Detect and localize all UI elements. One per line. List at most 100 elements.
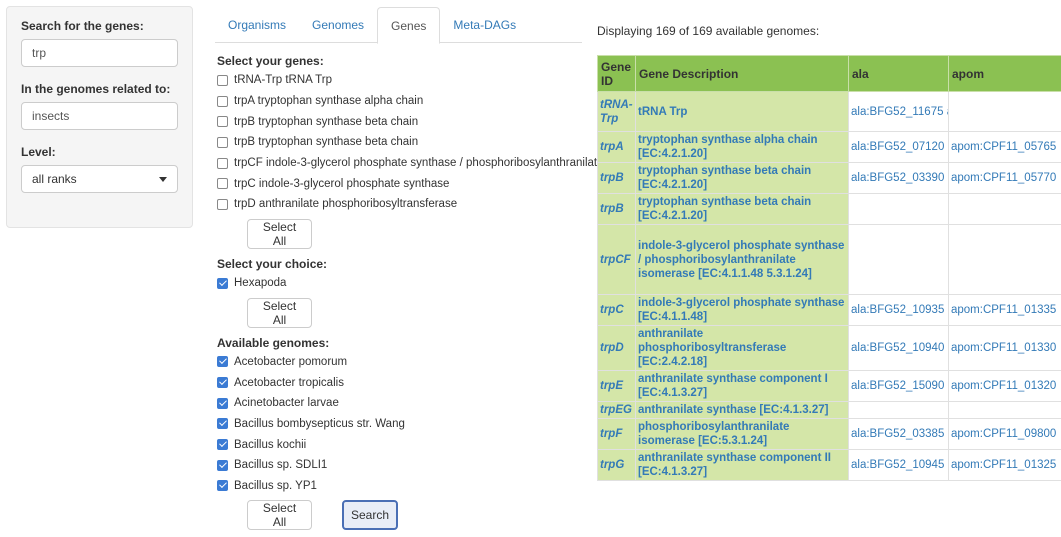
gene-description-cell[interactable]: phosphoribosylanthranilate isomerase [EC… [635,418,849,450]
ala-cell[interactable] [848,193,949,225]
results-count-text: Displaying 169 of 169 available genomes: [597,24,820,38]
column-header: Gene ID [597,55,636,92]
gene-description-cell[interactable]: indole-3-glycerol phosphate synthase [EC… [635,294,849,326]
gene-id-cell[interactable]: trpB [597,193,636,225]
apom-cell[interactable]: apom:CPF11_01335 [948,294,1061,326]
ala-cell[interactable]: ala:BFG52_03385 [848,418,949,450]
checkbox-checked-icon[interactable] [217,397,228,409]
tab-genes[interactable]: Genes [377,7,441,44]
apom-cell[interactable]: apom:CPF11_05770 [948,162,1061,194]
gene-description-cell[interactable]: anthranilate synthase component II [EC:4… [635,449,849,481]
ala-cell[interactable]: ala:BFG52_10945 [848,449,949,481]
select-all-choice-button[interactable]: Select All [247,297,312,328]
gene-id-cell[interactable]: trpC [597,294,636,326]
apom-cell[interactable] [948,401,1061,419]
ala-cell[interactable]: ala:BFG52_10940 [848,325,949,371]
gene-id-cell[interactable]: trpEG [597,401,636,419]
checkbox-checked-icon[interactable] [217,418,228,430]
checkbox-item[interactable]: Hexapoda [217,273,589,294]
checkbox-item[interactable]: Bacillus sp. SDLI1 [217,455,589,476]
gene-id-cell[interactable]: trpA [597,131,636,163]
search-button[interactable]: Search [342,500,398,531]
checkbox-item[interactable]: trpB tryptophan synthase beta chain [217,132,589,153]
select-all-genomes-button[interactable]: Select All [247,500,312,531]
checkbox-item[interactable]: trpA tryptophan synthase alpha chain [217,91,589,112]
ala-cell[interactable]: ala:BFG52_03390 ala:BFG52_07115 [848,162,949,194]
checkbox-icon[interactable] [217,95,228,107]
ala-cell[interactable]: ala:BFG52_10935 [848,294,949,326]
checkbox-checked-icon[interactable] [217,377,228,389]
results-table-container[interactable]: Gene ID Gene Description ala apom tRNA-Trp t… [597,55,1061,537]
checkbox-item[interactable]: Acinetobacter larvae [217,393,589,414]
table-row: trpCF indole-3-glycerol phosphate synthas… [597,224,1061,295]
gene-id-cell[interactable]: trpB [597,162,636,194]
checkbox-icon[interactable] [217,136,228,148]
checkbox-label: trpA tryptophan synthase alpha chain [234,95,424,108]
checkbox-item[interactable]: Bacillus kochii [217,434,589,455]
genes-checkbox-list: tRNA-Trp tRNA Trp trpA tryptophan synthas… [217,70,604,215]
gene-description-cell[interactable]: tryptophan synthase alpha chain [EC:4.2.… [635,131,849,163]
gene-id-cell[interactable]: tRNA-Trp [597,91,636,132]
checkbox-item[interactable]: Bacillus bombysepticus str. Wang [217,414,589,435]
checkbox-checked-icon[interactable] [217,277,228,289]
checkbox-label: trpD anthranilate phosphoribosyltransfer… [234,198,458,211]
gene-id-cell[interactable]: trpG [597,449,636,481]
level-select[interactable]: all ranks [21,165,178,193]
checkbox-item[interactable]: trpC indole-3-glycerol phosphate synthas… [217,173,589,194]
column-header: Gene Description [635,55,849,92]
checkbox-icon[interactable] [217,178,228,190]
tab-genomes[interactable]: Genomes [299,7,377,43]
tab-organisms[interactable]: Organisms [215,7,299,43]
checkbox-item[interactable]: trpCF indole-3-glycerol phosphate syntha… [217,153,604,174]
gene-description-cell[interactable]: tryptophan synthase beta chain [EC:4.2.1… [635,162,849,194]
checkbox-item[interactable]: trpD anthranilate phosphoribosyltransfer… [217,194,589,215]
apom-cell[interactable] [948,91,1061,132]
apom-cell[interactable]: apom:CPF11_01325 [948,449,1061,481]
gene-description-cell[interactable]: tryptophan synthase beta chain [EC:4.2.1… [635,193,849,225]
ala-cell[interactable] [848,401,949,419]
tab-meta-dags[interactable]: Meta-DAGs [440,7,529,43]
apom-cell[interactable]: apom:CPF11_01330 [948,325,1061,371]
apom-cell[interactable]: apom:CPF11_01320 [948,370,1061,402]
gene-description-cell[interactable]: anthranilate synthase [EC:4.1.3.27] [635,401,849,419]
gene-id-cell[interactable]: trpF [597,418,636,450]
gene-description-cell[interactable]: indole-3-glycerol phosphate synthase / p… [635,224,849,295]
checkbox-label: trpC indole-3-glycerol phosphate synthas… [234,177,450,190]
checkbox-checked-icon[interactable] [217,459,228,471]
select-genes-label: Select your genes: [217,54,324,68]
select-all-genes-button[interactable]: Select All [247,218,312,249]
checkbox-item[interactable]: Bacillus sp. YP1 [217,476,589,497]
table-row: trpB tryptophan synthase beta chain [EC:4… [597,162,1061,194]
checkbox-checked-icon[interactable] [217,356,228,368]
checkbox-checked-icon[interactable] [217,480,228,492]
checkbox-icon[interactable] [217,74,228,86]
ala-cell[interactable]: ala:BFG52_07120 ala:BFG52_13290 [848,131,949,163]
checkbox-item[interactable]: Acetobacter tropicalis [217,372,589,393]
search-genes-input[interactable]: trp [21,39,178,67]
gene-id-cell[interactable]: trpCF [597,224,636,295]
genomes-checkbox-list: Acetobacter pomorum Acetobacter tropicali… [217,352,589,497]
ala-cell[interactable] [848,224,949,295]
apom-cell[interactable]: apom:CPF11_09800 [948,418,1061,450]
related-genomes-input[interactable]: insects [21,102,178,130]
gene-id-cell[interactable]: trpD [597,325,636,371]
selection-column: Select your genes: tRNA-Trp tRNA Trp trpA… [217,52,604,536]
ala-cell[interactable]: ala:BFG52_11675 ala:BFG52_15060 [848,91,949,132]
checkbox-item[interactable]: tRNA-Trp tRNA Trp [217,70,589,91]
gene-description-cell[interactable]: anthranilate synthase component I [EC:4.… [635,370,849,402]
checkbox-checked-icon[interactable] [217,439,228,451]
apom-cell[interactable] [948,224,1061,295]
checkbox-icon[interactable] [217,157,228,169]
checkbox-label: Acetobacter pomorum [234,355,348,368]
apom-cell[interactable]: apom:CPF11_05765 [948,131,1061,163]
gene-id-cell[interactable]: trpE [597,370,636,402]
gene-description-cell[interactable]: anthranilate phosphoribosyltransferase [… [635,325,849,371]
apom-cell[interactable] [948,193,1061,225]
gene-description-cell[interactable]: tRNA Trp [635,91,849,132]
checkbox-item[interactable]: Acetobacter pomorum [217,352,589,373]
table-row: trpG anthranilate synthase component II [… [597,449,1061,481]
checkbox-icon[interactable] [217,198,228,210]
checkbox-icon[interactable] [217,116,228,128]
checkbox-item[interactable]: trpB tryptophan synthase beta chain [217,111,589,132]
ala-cell[interactable]: ala:BFG52_15090 [848,370,949,402]
